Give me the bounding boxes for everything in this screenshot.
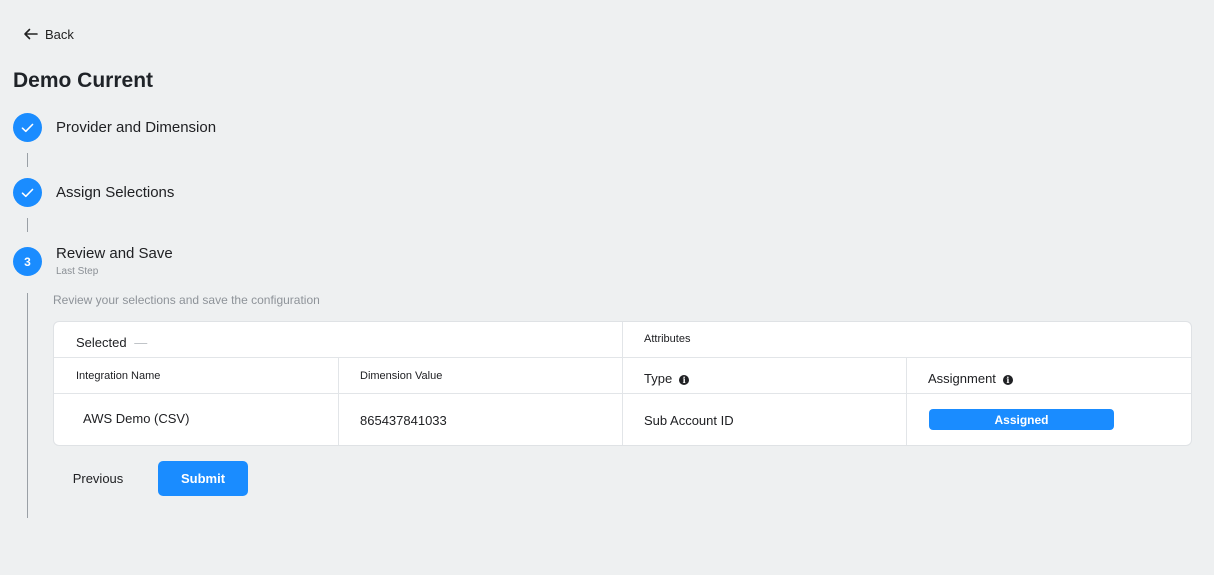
submit-button[interactable]: Submit [158, 461, 248, 496]
column-header-assignment: Assignment i [928, 371, 1013, 386]
divider [338, 357, 339, 445]
selected-header-label: Selected [76, 335, 127, 350]
step-2-check-icon [13, 178, 42, 207]
info-icon[interactable]: i [679, 374, 690, 385]
arrow-left-icon [24, 28, 38, 40]
cell-integration-name: AWS Demo (CSV) [83, 411, 190, 426]
info-icon[interactable]: i [1002, 374, 1013, 385]
divider [622, 322, 623, 445]
previous-button[interactable]: Previous [56, 461, 140, 496]
step-connector [27, 218, 28, 232]
page-title: Demo Current [13, 69, 154, 92]
selected-header-suffix: — [134, 335, 148, 350]
step-3-number: 3 [13, 247, 42, 276]
column-header-type-label: Type [644, 371, 673, 386]
assignment-status-badge: Assigned [929, 409, 1114, 430]
back-link[interactable]: Back [23, 25, 74, 43]
step-connector [27, 153, 28, 167]
selected-header: Selected — [76, 335, 147, 350]
column-header-assignment-label: Assignment [928, 371, 996, 386]
review-table: Selected — Attributes Integration Name D… [53, 321, 1192, 446]
cell-type: Sub Account ID [644, 413, 734, 428]
step-2-label: Assign Selections [56, 184, 175, 201]
attributes-header: Attributes [644, 333, 691, 345]
column-header-dimension-value: Dimension Value [360, 370, 443, 382]
column-header-type: Type i [644, 371, 690, 386]
step-1-label: Provider and Dimension [56, 119, 217, 136]
review-description: Review your selections and save the conf… [53, 293, 320, 307]
step-1-check-icon [13, 113, 42, 142]
cell-dimension-value: 865437841033 [360, 413, 447, 428]
back-label: Back [45, 26, 74, 42]
step-3-sublabel: Last Step [56, 266, 99, 277]
column-header-integration-name: Integration Name [76, 370, 161, 382]
step-3-label: Review and Save [56, 245, 173, 262]
divider [906, 357, 907, 445]
step-content-line [27, 293, 28, 518]
